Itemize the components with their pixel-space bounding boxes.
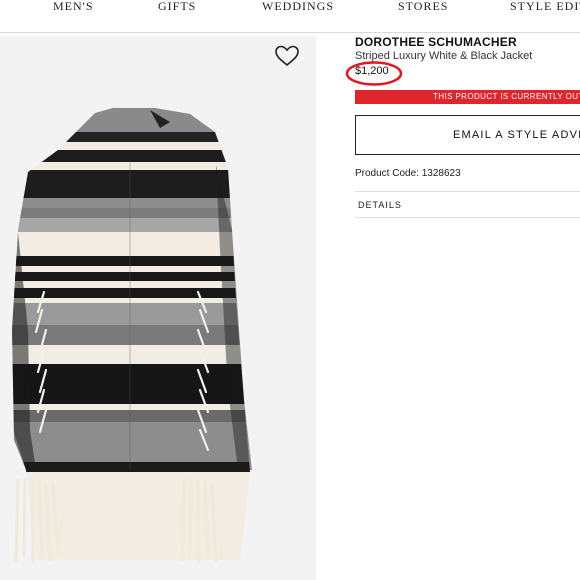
heart-icon[interactable] xyxy=(274,44,300,68)
out-of-stock-banner: THIS PRODUCT IS CURRENTLY OUT xyxy=(355,90,580,104)
product-code: Product Code: 1328623 xyxy=(355,168,461,179)
nav-style-edit[interactable]: STYLE EDIT xyxy=(510,0,580,14)
out-of-stock-text: THIS PRODUCT IS CURRENTLY OUT xyxy=(433,92,580,101)
email-style-advisor-button[interactable]: EMAIL A STYLE ADVI xyxy=(355,115,580,155)
top-navigation: MEN'S GIFTS WEDDINGS STORES STYLE EDIT xyxy=(0,0,580,33)
jacket-image xyxy=(12,106,252,564)
nav-weddings[interactable]: WEDDINGS xyxy=(262,0,334,14)
product-image[interactable] xyxy=(0,36,316,580)
details-accordion[interactable]: DETAILS xyxy=(355,191,580,218)
nav-mens[interactable]: MEN'S xyxy=(53,0,94,14)
brand-name[interactable]: DOROTHEE SCHUMACHER xyxy=(355,35,517,49)
details-label: DETAILS xyxy=(358,200,402,210)
price-annotation-circle xyxy=(345,61,403,86)
email-button-label: EMAIL A STYLE ADVI xyxy=(453,129,580,141)
nav-gifts[interactable]: GIFTS xyxy=(158,0,196,14)
nav-stores[interactable]: STORES xyxy=(398,0,448,14)
